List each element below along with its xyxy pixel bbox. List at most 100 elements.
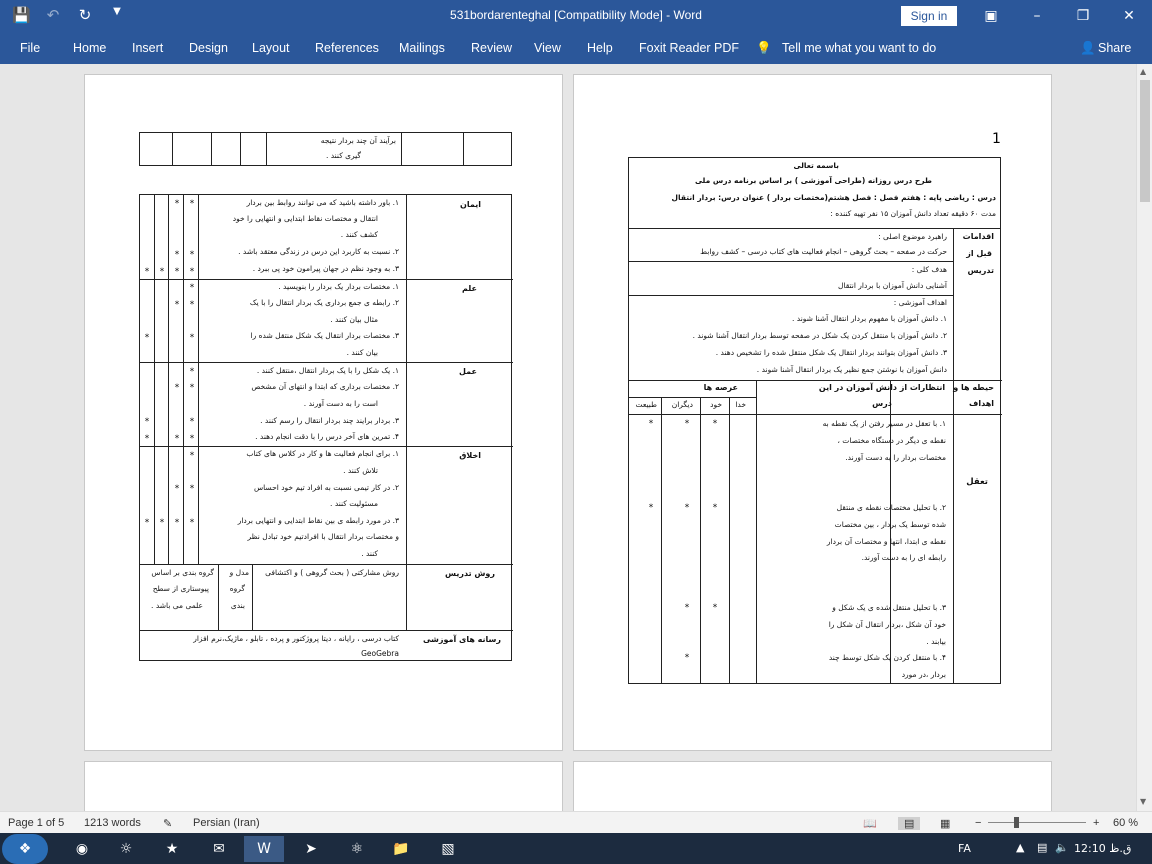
explorer-icon[interactable]: 📁 bbox=[381, 836, 421, 862]
tab-help[interactable]: Help bbox=[587, 41, 613, 55]
star-mark: * bbox=[684, 419, 690, 429]
app2-icon[interactable]: ⚛ bbox=[337, 836, 377, 862]
word-count[interactable]: 1213 words bbox=[84, 817, 141, 829]
volume-icon[interactable]: 🔈 bbox=[1055, 841, 1069, 854]
ravesh-title: روش تدریس bbox=[445, 569, 495, 578]
col-entezarat: انتظارات از دانش آموزان در این درس bbox=[818, 383, 946, 408]
tell-me-search[interactable]: Tell me what you want to do bbox=[782, 41, 936, 55]
outlook-icon[interactable]: ✉ bbox=[199, 836, 239, 862]
ribbon-display-icon[interactable]: ▣ bbox=[968, 0, 1014, 32]
star-mark: * bbox=[712, 419, 718, 429]
minimize-icon[interactable]: – bbox=[1014, 0, 1060, 32]
tab-insert[interactable]: Insert bbox=[132, 41, 163, 55]
arseh-khoda: خدا bbox=[735, 400, 746, 409]
iman-line: ۳. به وجود نظم در جهان پیرامون خود پی بب… bbox=[252, 264, 399, 273]
star-mark: * bbox=[174, 518, 180, 528]
scroll-up-icon[interactable]: ▲ bbox=[1140, 67, 1146, 76]
arseh-khod: خود bbox=[710, 400, 722, 409]
telegram-icon[interactable]: ➤ bbox=[291, 836, 331, 862]
akhlagh-line: ۱. برای انجام فعالیت ها و کار در کلاس ها… bbox=[246, 449, 399, 458]
star-mark: * bbox=[174, 434, 180, 444]
star-mark: * bbox=[189, 300, 195, 310]
model-label-1: مدل و bbox=[229, 568, 249, 577]
expectation-item-1: ۱. با تعقل در مسیر رفتن از یک نقطه به نق… bbox=[822, 419, 946, 462]
star-mark: * bbox=[189, 199, 195, 209]
tab-mailings[interactable]: Mailings bbox=[399, 41, 445, 55]
clock[interactable]: 12:10 ق.ظ bbox=[1074, 842, 1131, 855]
page-count[interactable]: Page 1 of 5 bbox=[8, 817, 64, 829]
tab-home[interactable]: Home bbox=[73, 41, 106, 55]
lesson-body-table: اقدامات قبل از تدریس راهبرد موضوع اصلی :… bbox=[628, 228, 1002, 684]
zoom-in-button[interactable]: + bbox=[1093, 817, 1099, 829]
word-taskbar-icon[interactable]: W bbox=[244, 836, 284, 862]
tab-design[interactable]: Design bbox=[189, 41, 228, 55]
web-layout-icon[interactable]: ▦ bbox=[940, 817, 950, 830]
akhlagh-line: تلاش کنند . bbox=[343, 466, 378, 475]
title-bar: 💾 ↶ ↻ ▼ 531bordarenteghal [Compatibility… bbox=[0, 0, 1152, 32]
amal-line: ۱. یک شکل را با یک بردار انتقال ،منتقل ک… bbox=[256, 366, 399, 375]
sign-in-button[interactable]: Sign in bbox=[901, 6, 957, 26]
page-4 bbox=[84, 761, 563, 811]
star-mark: * bbox=[712, 503, 718, 513]
elm-line: ۱. مختصات بردار یک بردار را بنویسید . bbox=[278, 282, 399, 291]
elm-line: ۳. مختصات بردار انتقال یک شکل منتقل شده … bbox=[250, 331, 399, 340]
tab-layout[interactable]: Layout bbox=[252, 41, 290, 55]
iman-line: انتقال و مختصات نقاط ابتدایی و انتهایی ر… bbox=[232, 214, 378, 223]
app-icon[interactable]: ★ bbox=[152, 836, 192, 862]
zoom-level[interactable]: 60 % bbox=[1113, 817, 1138, 829]
chrome-icon[interactable]: ◉ bbox=[62, 836, 102, 862]
lightbulb-icon[interactable]: 💡 bbox=[756, 41, 772, 56]
amal-line: ۲. مختصات برداری که ابتدا و انتهای آن مش… bbox=[251, 382, 399, 391]
tab-references[interactable]: References bbox=[315, 41, 379, 55]
page-3 bbox=[573, 761, 1052, 811]
ahdaf-item-4: دانش آموزان با نوشتن جمع نظیر یک بردار ا… bbox=[756, 365, 947, 374]
tab-file[interactable]: File bbox=[20, 41, 40, 55]
expectation-item-4: ۴. با منتقل کردن یک شکل توسط چند بردار ،… bbox=[828, 653, 946, 679]
ribbon-tabs: File Home Insert Design Layout Reference… bbox=[0, 32, 1152, 64]
language-indicator[interactable]: Persian (Iran) bbox=[193, 817, 260, 829]
firefox-icon[interactable]: ☼ bbox=[106, 836, 146, 862]
arseh-digaran: دیگران bbox=[671, 400, 693, 409]
rahbord-text: حرکت در صفحه – بحث گروهی – انجام فعالیت … bbox=[700, 247, 947, 256]
tab-foxit[interactable]: Foxit Reader PDF bbox=[639, 41, 739, 55]
scroll-down-icon[interactable]: ▼ bbox=[1140, 797, 1146, 806]
person-icon[interactable]: 👤 bbox=[1080, 41, 1096, 56]
star-mark: * bbox=[144, 267, 150, 277]
document-area[interactable]: برآیند آن چند بردار نتیجه گیری کنند . ای… bbox=[0, 64, 1136, 811]
star-mark: * bbox=[159, 267, 165, 277]
star-mark: * bbox=[189, 283, 195, 293]
iman-line: ۲. نسبت به کاربرد این درس در زندگی معتقد… bbox=[238, 247, 399, 256]
start-button[interactable]: ❖ bbox=[2, 834, 48, 864]
top-continuation-table: برآیند آن چند بردار نتیجه گیری کنند . bbox=[139, 132, 512, 166]
close-icon[interactable]: ✕ bbox=[1106, 0, 1152, 32]
page-1: 1 باسمه تعالی طرح درس روزانه (طراحی آموز… bbox=[573, 74, 1052, 751]
vertical-scrollbar[interactable]: ▲ ▼ bbox=[1136, 64, 1152, 811]
col-arseh: عرصه ها bbox=[703, 383, 738, 392]
star-mark: * bbox=[189, 417, 195, 427]
share-button[interactable]: Share bbox=[1098, 41, 1131, 55]
star-mark: * bbox=[684, 653, 690, 663]
print-layout-icon[interactable]: ▤ bbox=[898, 817, 921, 830]
proofing-icon[interactable]: ✎ bbox=[163, 817, 172, 830]
language-bar[interactable]: FA bbox=[958, 842, 971, 855]
winrar-icon[interactable]: ▧ bbox=[428, 836, 468, 862]
read-mode-icon[interactable]: 📖 bbox=[863, 817, 877, 830]
star-mark: * bbox=[174, 383, 180, 393]
tray-icon[interactable]: ▲ bbox=[1016, 841, 1024, 854]
ahdaf-title: اهداف آموزشی : bbox=[893, 298, 947, 307]
zoom-slider-thumb[interactable] bbox=[1014, 817, 1019, 828]
star-mark: * bbox=[189, 333, 195, 343]
star-mark: * bbox=[144, 434, 150, 444]
star-mark: * bbox=[159, 518, 165, 528]
tab-view[interactable]: View bbox=[534, 41, 561, 55]
iman-line: ۱. باور داشته باشید که می توانند روابط ب… bbox=[246, 198, 399, 207]
scroll-thumb[interactable] bbox=[1140, 80, 1150, 202]
zoom-out-button[interactable]: − bbox=[975, 817, 981, 829]
restore-icon[interactable]: ❐ bbox=[1060, 0, 1106, 32]
model-label-3: بندی bbox=[230, 601, 245, 610]
section-title-amal: عمل bbox=[459, 367, 477, 376]
tab-review[interactable]: Review bbox=[471, 41, 512, 55]
akhlagh-line: مسئولیت کنند . bbox=[330, 499, 378, 508]
network-icon[interactable]: ▤ bbox=[1037, 841, 1047, 854]
zoom-slider-track[interactable] bbox=[988, 822, 1086, 823]
